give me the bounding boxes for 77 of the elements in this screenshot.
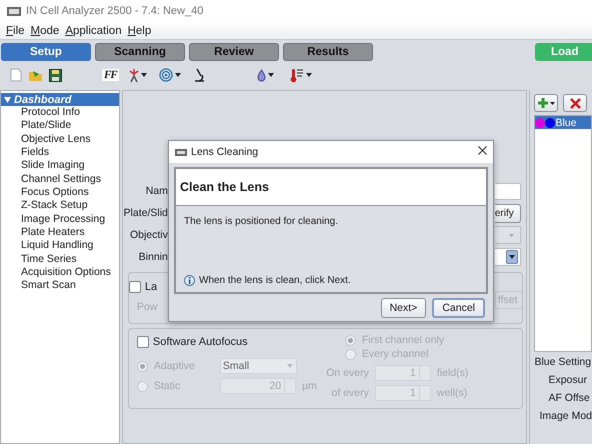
setting-label: Exposur xyxy=(547,374,588,386)
tree-item[interactable]: Slide Imaging xyxy=(1,159,119,173)
thermometer-icon[interactable] xyxy=(290,68,304,82)
tree-item[interactable]: Objective Lens xyxy=(1,132,119,146)
tree-item[interactable]: Time Series xyxy=(1,252,119,266)
caret-icon xyxy=(268,73,274,77)
caret-icon xyxy=(286,364,293,368)
open-folder-icon[interactable] xyxy=(28,68,43,82)
menu-item[interactable]: Mode xyxy=(30,24,60,36)
caret-icon xyxy=(509,234,514,236)
checkbox[interactable] xyxy=(128,281,141,293)
setting-label: AF Offse xyxy=(547,392,591,404)
font-button[interactable]: FF xyxy=(102,69,119,81)
tree-item[interactable]: Plate/Slide xyxy=(1,119,119,133)
dialog-hint: When the lens is clean, click Next. xyxy=(199,275,351,286)
dialog-button[interactable]: Cancel xyxy=(432,298,485,318)
menu-item[interactable]: File xyxy=(6,24,25,36)
caret-icon xyxy=(508,255,515,259)
form-label: Plate/Slid xyxy=(122,207,169,219)
name-field[interactable] xyxy=(494,182,521,200)
tree-item[interactable]: Smart Scan xyxy=(1,279,119,293)
checkbox-label: La xyxy=(144,281,158,293)
add-button[interactable] xyxy=(534,94,558,112)
droplet-icon[interactable] xyxy=(256,68,266,82)
tree-item[interactable]: Image Processing xyxy=(1,212,119,226)
dialog-message: The lens is positioned for cleaning. xyxy=(184,216,339,227)
app-icon xyxy=(175,148,187,156)
window-title: IN Cell Analyzer 2500 - 7.4: New_40 xyxy=(26,5,204,17)
tree-item[interactable]: Liquid Handling xyxy=(1,239,119,253)
pipette-icon[interactable] xyxy=(128,68,139,82)
binning-dropdown[interactable] xyxy=(494,248,521,266)
radio-button[interactable] xyxy=(344,348,356,360)
tree-item[interactable]: Channel Settings xyxy=(1,172,119,186)
tree-item[interactable]: Fields xyxy=(1,146,119,160)
expand-icon[interactable] xyxy=(4,96,11,102)
delete-button[interactable] xyxy=(563,94,588,112)
app-icon xyxy=(7,6,21,16)
form-label: Binnin xyxy=(138,251,169,263)
x-icon xyxy=(570,98,581,108)
save-icon[interactable] xyxy=(49,68,62,82)
setting-label: Image Mod xyxy=(538,410,592,422)
tree-item[interactable]: Acquisition Options xyxy=(1,266,119,280)
plus-icon xyxy=(538,98,548,108)
dialog-heading: Clean the Lens xyxy=(176,169,486,206)
tree-item[interactable]: Z-Stack Setup xyxy=(1,199,119,213)
caret-icon xyxy=(174,73,181,77)
tab[interactable]: Setup xyxy=(1,43,91,61)
checkbox[interactable] xyxy=(136,336,149,348)
radio-button[interactable] xyxy=(136,360,148,372)
tree-item[interactable]: Protocol Info xyxy=(1,106,119,120)
menu-item[interactable]: Application xyxy=(65,24,122,36)
tree-item[interactable]: Focus Options xyxy=(1,186,119,200)
radio-button[interactable] xyxy=(136,380,148,392)
dialog-title: Lens Cleaning xyxy=(191,146,258,158)
tree-item[interactable]: Plate Heaters xyxy=(1,226,119,240)
tab[interactable]: Review xyxy=(189,43,279,61)
close-icon[interactable] xyxy=(478,146,487,155)
size-dropdown[interactable]: Small xyxy=(220,358,297,374)
tab[interactable]: Scanning xyxy=(95,43,185,61)
channel-item[interactable]: Blue xyxy=(535,116,591,129)
tree-item[interactable]: Dashboard xyxy=(1,93,119,106)
form-label: Objectiv xyxy=(128,229,169,241)
new-document-icon[interactable] xyxy=(10,68,22,82)
microscope-icon[interactable] xyxy=(192,68,205,82)
tab[interactable]: Results xyxy=(283,43,373,61)
verify-button[interactable]: erify xyxy=(494,204,521,222)
form-label: Nam xyxy=(144,185,169,197)
dialog-button[interactable]: Next> xyxy=(380,298,426,318)
caret-icon xyxy=(306,73,312,77)
target-icon[interactable] xyxy=(158,68,173,82)
radio-button[interactable] xyxy=(344,334,356,346)
setting-label: Blue Setting xyxy=(534,356,592,368)
caret-icon xyxy=(550,102,555,104)
menu-item[interactable]: Help xyxy=(128,24,152,36)
checkbox-label: Software Autofocus xyxy=(152,336,248,348)
caret-icon xyxy=(140,73,147,77)
info-icon xyxy=(184,275,195,286)
